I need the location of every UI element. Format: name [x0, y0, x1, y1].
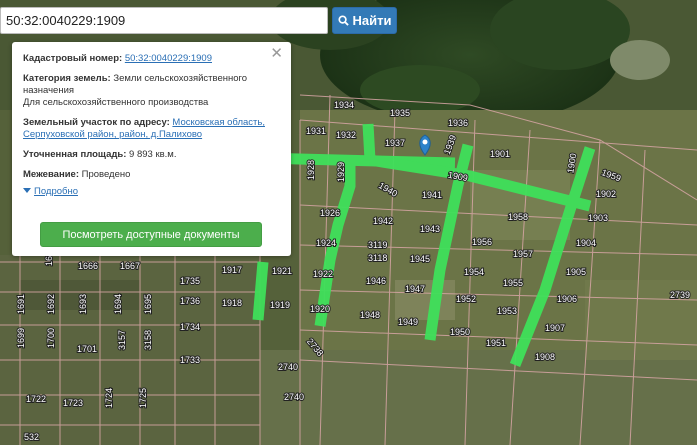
cadastral-number-link[interactable]: 50:32:0040229:1909	[125, 53, 212, 64]
map-label: 1903	[588, 213, 608, 223]
map-label: 1937	[385, 138, 405, 148]
land-use-value: Для сельскохозяйственного производства	[23, 97, 209, 108]
map-label: 1951	[486, 338, 506, 348]
survey-row: Межевание: Проведено	[23, 169, 281, 181]
map-label: 1918	[222, 298, 242, 308]
map-label: 1947	[405, 284, 425, 294]
map-label: 1906	[557, 294, 577, 304]
map-label: 1943	[420, 224, 440, 234]
address-row: Земельный участок по адресу: Московская …	[23, 117, 281, 141]
search-button-label: Найти	[352, 13, 392, 28]
map-label: 1722	[26, 394, 46, 404]
map-label: 1920	[310, 304, 330, 314]
area-value: 9 893 кв.м.	[129, 149, 177, 160]
map-label: 1691	[16, 294, 26, 314]
map-label: 1901	[490, 149, 510, 159]
map-label: 1926	[320, 208, 340, 218]
map-label: 1932	[336, 130, 356, 140]
map-label: 1905	[566, 267, 586, 277]
map-label: 1957	[513, 249, 533, 259]
map-label: 1946	[366, 276, 386, 286]
map-label: 1700	[46, 328, 56, 348]
map-label: 3158	[143, 330, 153, 350]
map-label: 1958	[508, 212, 528, 222]
caret-down-icon	[23, 188, 31, 193]
map-label: 1902	[596, 189, 616, 199]
map-label: 1733	[180, 355, 200, 365]
map-label: 1948	[360, 310, 380, 320]
map-label: 1694	[113, 294, 123, 314]
details-link[interactable]: Подробно	[34, 186, 78, 197]
survey-value: Проведено	[81, 169, 131, 180]
map-label: 1945	[410, 254, 430, 264]
address-label: Земельный участок по адресу:	[23, 117, 170, 128]
map-label: 1692	[46, 294, 56, 314]
map-label: 1699	[16, 328, 26, 348]
map-label: 1666	[78, 261, 98, 271]
map-label: 1695	[143, 294, 153, 314]
map-label: 1693	[78, 294, 88, 314]
map-label: 1949	[398, 317, 418, 327]
map-label: 1734	[180, 322, 200, 332]
map-label: 1919	[270, 300, 290, 310]
map-label: 1908	[535, 352, 555, 362]
map-label: 1931	[306, 126, 326, 136]
map-label: 1667	[120, 261, 140, 271]
map-label: 1935	[390, 108, 410, 118]
map-label: 2739	[670, 290, 690, 300]
details-toggle[interactable]: Подробно	[23, 186, 281, 198]
map-label: 1955	[503, 278, 523, 288]
map-label: 3157	[117, 330, 127, 350]
cadastral-number-row: Кадастровый номер: 50:32:0040229:1909	[23, 53, 281, 65]
land-category-row: Категория земель: Земли сельскохозяйстве…	[23, 73, 281, 109]
area-label: Уточненная площадь:	[23, 149, 127, 160]
map-label: 1942	[373, 216, 393, 226]
map-label: 1954	[464, 267, 484, 277]
map-label: 1922	[313, 269, 333, 279]
area-row: Уточненная площадь: 9 893 кв.м.	[23, 149, 281, 161]
map-label: 1907	[545, 323, 565, 333]
search-button[interactable]: Найти	[332, 7, 397, 34]
map-label: 1953	[497, 306, 517, 316]
map-label: 1928	[306, 160, 316, 180]
search-input[interactable]	[0, 7, 328, 34]
survey-label: Межевание:	[23, 169, 79, 180]
cadastral-number-label: Кадастровый номер:	[23, 53, 123, 64]
map-label: 1950	[450, 327, 470, 337]
map-label: 1941	[422, 190, 442, 200]
parcel-info-popup: ✕ Кадастровый номер: 50:32:0040229:1909 …	[12, 42, 291, 256]
map-label: 1724	[104, 388, 114, 408]
view-documents-button[interactable]: Посмотреть доступные документы	[40, 222, 262, 247]
search-icon	[337, 15, 349, 26]
close-icon[interactable]: ✕	[270, 46, 283, 61]
map-label: 1735	[180, 276, 200, 286]
map-label: 1723	[63, 398, 83, 408]
map-label: 3118	[368, 253, 387, 263]
land-category-label: Категория земель:	[23, 73, 111, 84]
map-label: 1924	[316, 238, 336, 248]
map-label: 1736	[180, 296, 200, 306]
map-label: 1725	[138, 388, 148, 408]
map-label: 532	[24, 432, 39, 442]
map-label: 1904	[576, 238, 596, 248]
map-label: 1956	[472, 237, 492, 247]
map-label: 1921	[272, 266, 292, 276]
map-label: 1929	[336, 162, 346, 182]
map-label: 1936	[448, 118, 468, 128]
map-label: 1917	[222, 265, 242, 275]
map-label: 3119	[368, 240, 387, 250]
map-label: 1952	[456, 294, 476, 304]
map-label: 1701	[77, 344, 97, 354]
map-label: 2740	[278, 362, 298, 372]
map-label: 2740	[284, 392, 304, 402]
map-label: 1934	[334, 100, 354, 110]
